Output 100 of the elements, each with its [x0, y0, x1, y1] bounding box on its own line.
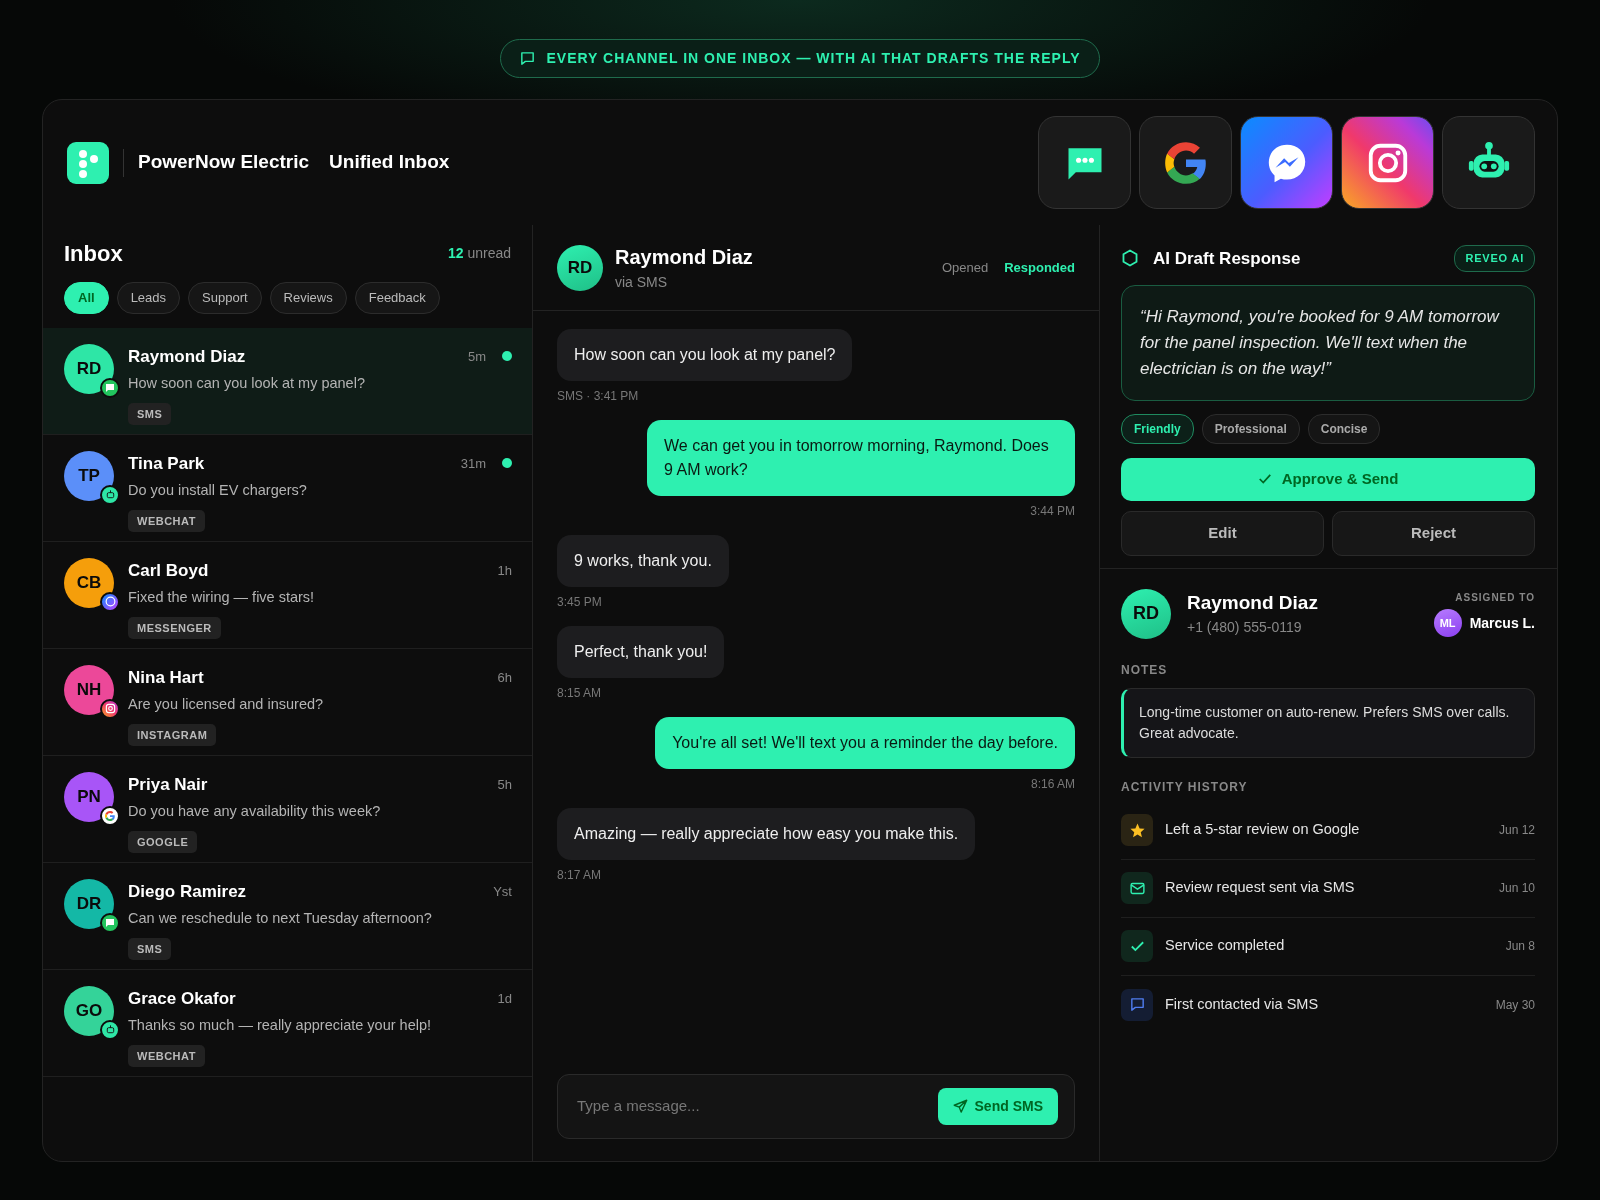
activity-text: Left a 5-star review on Google [1165, 820, 1360, 840]
conversation-row[interactable]: RD Raymond Diaz 5m How soon can you look at my panel? SMS [43, 327, 532, 435]
channel-tag: WEBCHAT [128, 509, 205, 533]
panel-title: AI Draft Response [1153, 247, 1301, 270]
message-preview: How soon can you look at my panel? [128, 374, 366, 393]
message-input[interactable]: Type a message... Send SMS [557, 1074, 1075, 1139]
contact-name: Carl Boyd [128, 559, 209, 582]
channel-button[interactable] [1442, 116, 1535, 209]
unread-count: 12 unread [447, 244, 511, 263]
message-bubble: How soon can you look at my panel? [557, 329, 853, 381]
channel-tag: MESSENGER [128, 616, 221, 640]
avatar: RD [1121, 588, 1171, 639]
message-meta: 3:45 PM [557, 594, 602, 611]
edit-button[interactable]: Edit [1121, 510, 1324, 556]
envelope-icon [1121, 872, 1153, 904]
message-preview: Fixed the wiring — five stars! [128, 588, 316, 607]
channel-tag: SMS [128, 937, 172, 961]
contact-name: Tina Park [128, 452, 205, 475]
message-preview: Thanks so much — really appreciate your help! [128, 1016, 433, 1035]
avatar: CB [64, 557, 114, 608]
message-bubble: You're all set! We'll text you a reminder the day before. [655, 717, 1075, 769]
tone-chip[interactable]: Professional [1201, 413, 1300, 444]
channel-badge-icon [100, 377, 120, 398]
channel-badge-icon [100, 912, 120, 933]
message-time: 5m [467, 347, 486, 366]
message-bubble: 9 works, thank you. [557, 535, 729, 587]
tone-chip[interactable]: Friendly [1121, 413, 1194, 444]
message-bubble: We can get you in tomorrow morning, Raymond. Does 9 AM work? [647, 420, 1075, 496]
contact-name: Grace Okafor [128, 987, 236, 1010]
check-icon [1121, 930, 1153, 962]
channel-badge-icon [100, 1019, 120, 1040]
channel-button[interactable] [1341, 116, 1434, 209]
section-label: ACTIVITY HISTORY [1121, 778, 1249, 796]
channel-badge-icon [100, 805, 120, 826]
phone-number: +1 (480) 555-0119 [1187, 618, 1303, 638]
conversation-row[interactable]: DR Diego Ramirez Yst Can we reschedule to next Tuesday afternoon? SMS [43, 862, 532, 970]
conversation-row[interactable]: PN Priya Nair 5h Do you have any availability this week? GOOGLE [43, 755, 532, 863]
message-bubble: Perfect, thank you! [557, 626, 725, 678]
channel-tag: WEBCHAT [128, 1044, 205, 1068]
avatar: RD [64, 343, 114, 394]
conversation-row[interactable]: GO Grace Okafor 1d Thanks so much — really appreciate your help! WEBCHAT [43, 969, 532, 1077]
avatar: PN [64, 771, 114, 822]
activity-text: Service completed [1165, 936, 1285, 956]
message-meta: 8:17 AM [557, 867, 602, 884]
message-time: 31m [460, 454, 486, 473]
contact-name: Raymond Diaz [128, 345, 246, 368]
avatar: GO [64, 985, 114, 1036]
message-preview: Can we reschedule to next Tuesday afternoon? [128, 909, 433, 928]
filter-chip[interactable]: All [64, 282, 109, 314]
message-meta: 3:44 PM [1030, 503, 1075, 520]
activity-text: Review request sent via SMS [1165, 878, 1355, 898]
approve-button[interactable]: Approve & Send [1121, 457, 1535, 501]
page-title: Unified Inbox [329, 150, 450, 175]
message-time: 1h [497, 561, 512, 580]
conversation-row[interactable]: NH Nina Hart 6h Are you licensed and insured? INSTAGRAM [43, 648, 532, 756]
send-button[interactable]: Send SMS [937, 1088, 1058, 1125]
channel-label: via SMS [615, 273, 669, 292]
activity-date: Jun 12 [1498, 822, 1535, 839]
contact-name: Nina Hart [128, 666, 204, 689]
message-time: 1d [497, 989, 512, 1008]
avatar: NH [64, 664, 114, 715]
message-preview: Do you install EV chargers? [128, 481, 308, 500]
notes-text: Long-time customer on auto-renew. Prefers SMS over calls. Great advocate. [1121, 687, 1535, 758]
filter-chip[interactable]: Feedback [354, 282, 440, 314]
filter-chip[interactable]: Leads [116, 282, 181, 314]
channel-badge-icon [100, 591, 120, 612]
filter-chip[interactable]: Reviews [269, 282, 347, 314]
message-meta: SMS · 3:41 PM [557, 388, 639, 405]
reject-button[interactable]: Reject [1332, 510, 1535, 556]
channel-button[interactable] [1240, 116, 1333, 209]
message-bubble: Amazing — really appreciate how easy you make this. [557, 808, 976, 860]
message-preview: Do you have any availability this week? [128, 802, 382, 821]
activity-date: Jun 8 [1505, 938, 1535, 955]
chat-icon [1121, 988, 1153, 1021]
section-label: NOTES [1121, 661, 1169, 679]
assignee-avatar: ML [1433, 609, 1462, 637]
channel-button[interactable] [1038, 116, 1131, 209]
chat-icon [519, 50, 537, 67]
tone-chip[interactable]: Concise [1307, 413, 1381, 444]
filter-chip[interactable]: Support [188, 282, 262, 314]
contact-name: Priya Nair [128, 773, 208, 796]
activity-date: Jun 10 [1498, 880, 1535, 897]
contact-name: Diego Ramirez [128, 880, 247, 903]
message-meta: 8:16 AM [1030, 776, 1075, 793]
send-icon [952, 1099, 968, 1114]
channel-tag: GOOGLE [128, 830, 198, 854]
message-preview: Are you licensed and insured? [128, 695, 325, 714]
conversation-row[interactable]: TP Tina Park 31m Do you install EV chargers? WEBCHAT [43, 434, 532, 542]
conversation-row[interactable]: CB Carl Boyd 1h Fixed the wiring — five stars! MESSENGER [43, 541, 532, 649]
status-label: Responded [1004, 258, 1075, 277]
field-label: ASSIGNED TO [1454, 591, 1535, 605]
draft-text: “Hi Raymond, you're booked for 9 AM tomorrow for the panel inspection. We'll text when the electrician is on the way!” [1121, 284, 1535, 401]
brand-name: PowerNow Electric [138, 150, 310, 175]
channel-badge-icon [100, 484, 120, 505]
activity-text: First contacted via SMS [1165, 994, 1319, 1014]
status-label: Opened [941, 258, 989, 277]
channel-badge-icon [100, 698, 120, 719]
channel-button[interactable] [1139, 116, 1232, 209]
hexagon-icon [1121, 249, 1139, 268]
ai-badge: REVEO AI [1454, 245, 1535, 272]
